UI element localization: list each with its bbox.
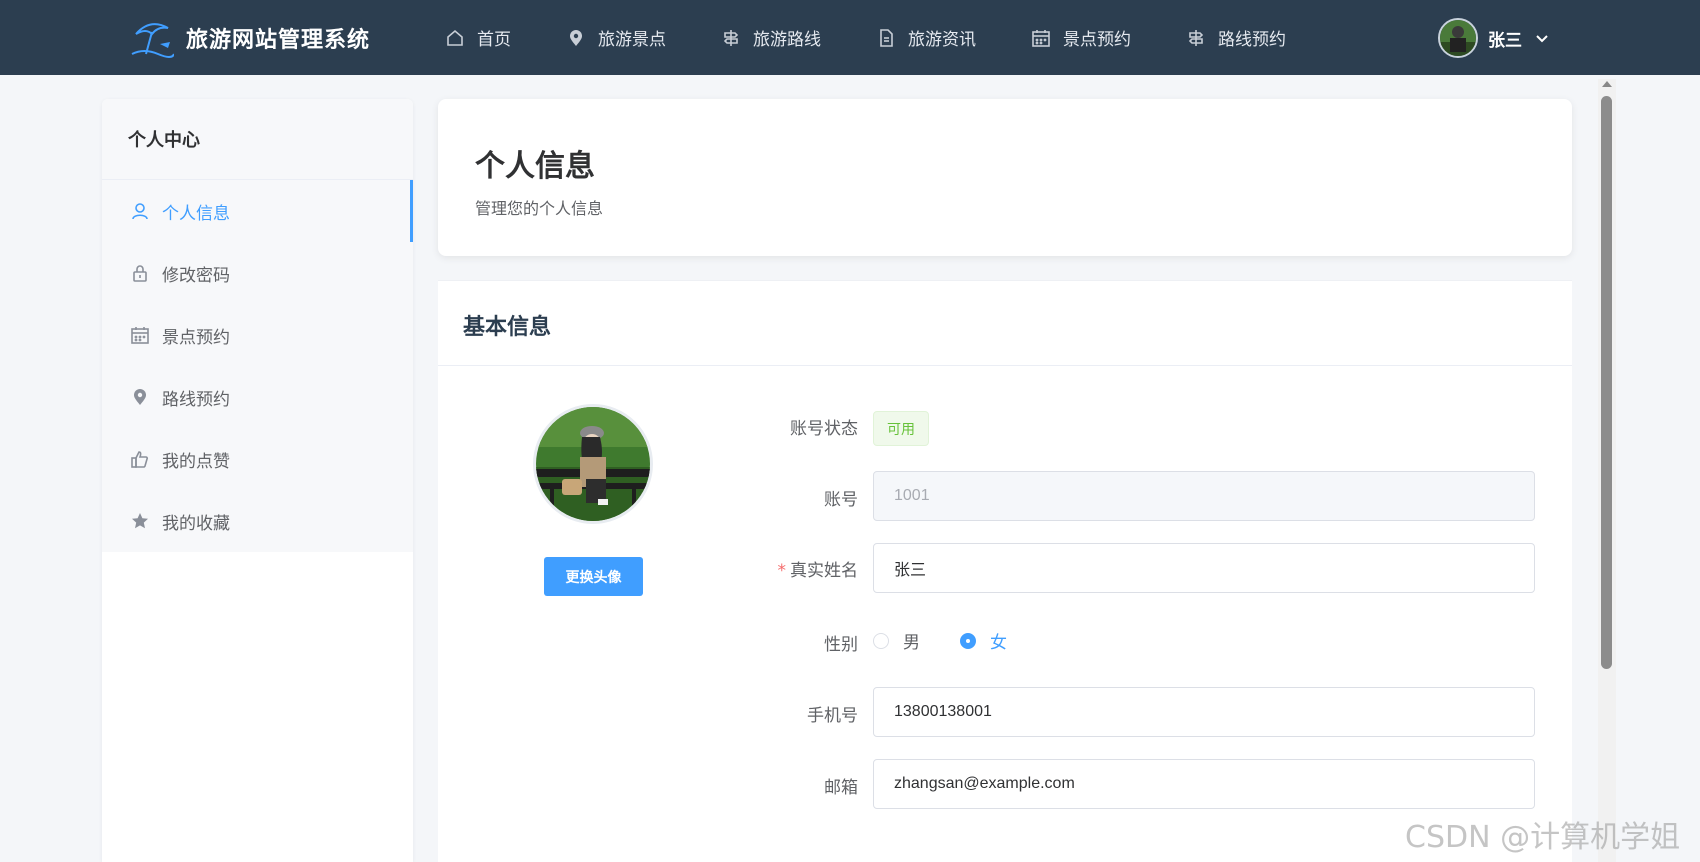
sidebar-item-label: 景点预约 xyxy=(162,327,230,348)
user-name: 张三 xyxy=(1488,30,1522,51)
nav-label: 旅游资讯 xyxy=(908,30,976,50)
sidebar-item-route-booking[interactable]: 路线预约 xyxy=(102,366,413,428)
nav-label: 首页 xyxy=(477,30,511,50)
required-mark: * xyxy=(777,561,787,581)
phone-label: 手机号 xyxy=(807,706,858,726)
email-input[interactable] xyxy=(873,759,1535,809)
radio-dot xyxy=(960,632,976,649)
chevron-down-icon xyxy=(1536,35,1548,43)
page-title: 个人信息 xyxy=(475,149,595,184)
nav-label: 旅游景点 xyxy=(598,30,666,50)
lock-icon xyxy=(133,265,147,282)
avatar-photo xyxy=(1440,20,1476,56)
email-label: 邮箱 xyxy=(824,778,858,798)
gender-female-radio[interactable]: 女 xyxy=(960,628,1007,653)
sidebar-item-password[interactable]: 修改密码 xyxy=(102,242,413,304)
sidebar: 个人中心 个人信息 修改密码 景点预约 路线预约 我的点赞 我的收藏 xyxy=(102,99,413,862)
scroll-up-arrow-icon[interactable] xyxy=(1602,81,1612,87)
calendar-icon xyxy=(1032,29,1050,47)
radio-label: 男 xyxy=(903,633,920,653)
top-navbar: 旅游网站管理系统 首页 旅游景点 旅游路线 旅游资讯 景点预约 路线预约 张三 xyxy=(0,0,1700,75)
profile-form-card: 基本信息 更换头像 账号状态 可用 账号 *真实姓名 性别 男 xyxy=(438,280,1572,862)
nav-routes[interactable]: 旅游路线 xyxy=(721,25,821,50)
status-label: 账号状态 xyxy=(790,419,858,439)
account-label: 账号 xyxy=(824,490,858,510)
page-subtitle: 管理您的个人信息 xyxy=(475,199,604,218)
beach-umbrella-icon xyxy=(131,23,174,58)
main-nav: 首页 旅游景点 旅游路线 旅游资讯 景点预约 路线预约 xyxy=(445,0,1341,75)
nav-route-booking[interactable]: 路线预约 xyxy=(1186,25,1286,50)
logo[interactable]: 旅游网站管理系统 xyxy=(130,18,370,58)
radio-label: 女 xyxy=(990,633,1007,653)
gender-male-radio[interactable]: 男 xyxy=(873,628,920,653)
logo-text: 旅游网站管理系统 xyxy=(186,28,371,53)
watermark: CSDN @计算机学姐 xyxy=(1405,820,1681,855)
nav-attractions[interactable]: 旅游景点 xyxy=(566,25,666,50)
name-label: * 真实姓名 xyxy=(718,556,859,581)
location-icon xyxy=(570,29,582,46)
avatar-photo xyxy=(536,407,650,521)
section-title: 基本信息 xyxy=(463,315,552,340)
status-badge: 可用 xyxy=(873,411,929,446)
sidebar-item-label: 我的收藏 xyxy=(162,513,230,534)
nav-label: 路线预约 xyxy=(1218,30,1286,50)
location-icon xyxy=(134,389,146,405)
calendar-icon xyxy=(131,327,149,344)
scrollbar-thumb[interactable] xyxy=(1601,96,1612,669)
home-icon xyxy=(447,29,463,46)
document-icon xyxy=(880,28,893,47)
radio-dot xyxy=(873,632,889,649)
avatar xyxy=(1438,18,1478,58)
user-icon xyxy=(132,203,148,220)
real-name-input[interactable] xyxy=(873,543,1535,593)
nav-label: 景点预约 xyxy=(1063,30,1131,50)
profile-avatar xyxy=(533,404,653,524)
divider xyxy=(438,365,1572,366)
sidebar-title: 个人中心 xyxy=(102,99,413,180)
phone-input[interactable] xyxy=(873,687,1535,737)
name-label-text: 真实姓名 xyxy=(790,561,858,581)
route-icon xyxy=(723,29,739,46)
account-input[interactable] xyxy=(873,471,1535,521)
sidebar-item-label: 路线预约 xyxy=(162,389,230,410)
change-avatar-button[interactable]: 更换头像 xyxy=(544,557,643,596)
sidebar-item-label: 修改密码 xyxy=(162,265,230,286)
star-icon xyxy=(132,513,148,529)
gender-label: 性别 xyxy=(824,635,858,655)
nav-label: 旅游路线 xyxy=(753,30,821,50)
sidebar-item-label: 我的点赞 xyxy=(162,451,230,472)
nav-home[interactable]: 首页 xyxy=(445,25,511,50)
user-menu[interactable]: 张三 xyxy=(1438,18,1550,58)
page-header-card: 个人信息 管理您的个人信息 xyxy=(438,99,1572,256)
sidebar-item-attraction-booking[interactable]: 景点预约 xyxy=(102,304,413,366)
nav-news[interactable]: 旅游资讯 xyxy=(876,25,976,50)
sidebar-item-profile[interactable]: 个人信息 xyxy=(102,180,413,242)
sidebar-item-favorites[interactable]: 我的收藏 xyxy=(102,490,413,552)
sidebar-item-likes[interactable]: 我的点赞 xyxy=(102,428,413,490)
route-icon xyxy=(1188,29,1204,46)
sidebar-menu: 个人信息 修改密码 景点预约 路线预约 我的点赞 我的收藏 xyxy=(102,180,413,552)
sidebar-item-label: 个人信息 xyxy=(162,203,230,224)
nav-attraction-booking[interactable]: 景点预约 xyxy=(1031,25,1131,50)
thumb-up-icon xyxy=(131,451,148,468)
